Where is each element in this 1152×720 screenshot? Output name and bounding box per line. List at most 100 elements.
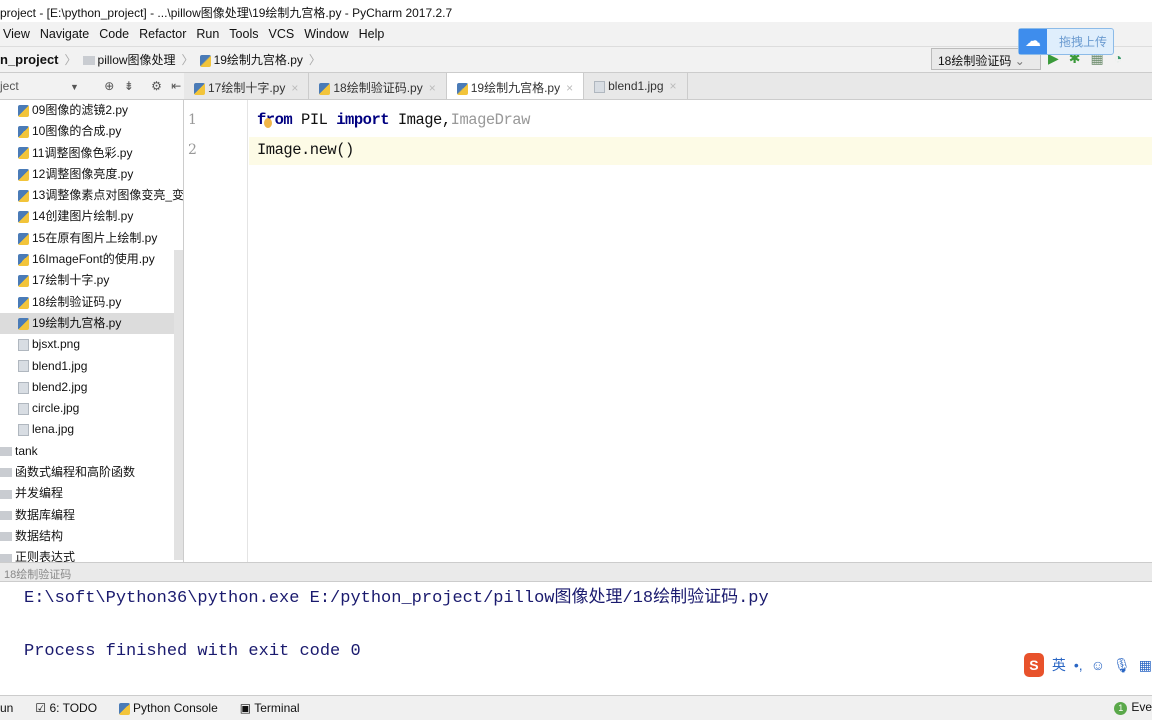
- folder-icon: [0, 447, 12, 457]
- run-console[interactable]: E:\soft\Python36\python.exe E:/python_pr…: [0, 582, 1152, 695]
- chevron-down-icon[interactable]: ▼: [70, 82, 79, 92]
- punctuation-icon[interactable]: •,: [1074, 657, 1083, 673]
- event-log-button[interactable]: 1 Eve: [1114, 700, 1152, 715]
- tree-item[interactable]: 正则表达式: [0, 547, 183, 562]
- image-file-icon: [18, 381, 29, 394]
- menu-code[interactable]: Code: [99, 27, 129, 41]
- tree-item-label: 17绘制十字.py: [32, 273, 110, 288]
- tab-18[interactable]: 18绘制验证码.py ×: [309, 73, 447, 99]
- tree-item[interactable]: 10图像的合成.py: [0, 121, 183, 142]
- tree-item[interactable]: 18绘制验证码.py: [0, 292, 183, 313]
- python-file-icon: [18, 253, 29, 266]
- menu-run[interactable]: Run: [196, 27, 219, 41]
- tree-item-label: 12调整图像亮度.py: [32, 166, 134, 181]
- breadcrumb-project[interactable]: n_project: [0, 52, 59, 67]
- folder-icon: [0, 510, 12, 520]
- tree-item-label: 并发编程: [15, 486, 64, 501]
- project-tool-header: ject ▼ ⊕ ⇟ ⚙ ⇤: [0, 73, 184, 100]
- profile-icon[interactable]: ◔: [1114, 50, 1122, 67]
- python-file-icon: [18, 168, 29, 181]
- tree-item[interactable]: 11调整图像色彩.py: [0, 143, 183, 164]
- tree-item-label: 19绘制九宫格.py: [32, 315, 122, 330]
- close-icon[interactable]: ×: [291, 81, 298, 95]
- folder-icon: [0, 489, 12, 499]
- folder-icon: [82, 56, 95, 66]
- locate-icon[interactable]: ⊕: [104, 79, 114, 93]
- todo-tool-button[interactable]: ☑ 6: TODO: [35, 701, 97, 715]
- tab-19[interactable]: 19绘制九宫格.py ×: [446, 73, 585, 99]
- cloud-icon: ☁: [1019, 29, 1047, 54]
- tree-item[interactable]: 15在原有图片上绘制.py: [0, 228, 183, 249]
- tree-item-label: 09图像的滤镜2.py: [32, 103, 129, 117]
- tree-item[interactable]: circle.jpg: [0, 398, 183, 419]
- terminal-icon: ▣: [239, 701, 255, 715]
- folder-icon: [0, 532, 12, 542]
- python-file-icon: [18, 190, 29, 203]
- collapse-icon[interactable]: ⇟: [124, 79, 134, 93]
- tree-item[interactable]: 数据库编程: [0, 505, 183, 526]
- breadcrumb-folder[interactable]: pillow图像处理: [82, 51, 176, 68]
- tree-item[interactable]: 数据结构: [0, 526, 183, 547]
- hide-icon[interactable]: ⇤: [171, 79, 181, 93]
- python-file-icon: [18, 147, 29, 160]
- tree-item[interactable]: 14创建图片绘制.py: [0, 206, 183, 227]
- sogou-icon: S: [1024, 653, 1044, 677]
- menu-tools[interactable]: Tools: [229, 27, 258, 41]
- image-file-icon: [18, 360, 29, 373]
- tree-item[interactable]: 09图像的滤镜2.py: [0, 100, 183, 121]
- project-view-select[interactable]: ject: [0, 79, 19, 93]
- tree-item[interactable]: tank: [0, 441, 183, 462]
- keyboard-icon[interactable]: ▦: [1139, 657, 1152, 674]
- tree-item[interactable]: 函数式编程和高阶函数: [0, 462, 183, 483]
- menu-bar: View Navigate Code Refactor Run Tools VC…: [0, 22, 1152, 46]
- menu-view[interactable]: View: [3, 27, 30, 41]
- tree-item[interactable]: lena.jpg: [0, 419, 183, 440]
- tree-item-label: 数据结构: [15, 528, 64, 543]
- tool-window-bar: un ☑ 6: TODO Python Console ▣ Terminal 1…: [0, 695, 1152, 720]
- menu-vcs[interactable]: VCS: [268, 27, 294, 41]
- tree-item[interactable]: 12调整图像亮度.py: [0, 164, 183, 185]
- tree-item[interactable]: 并发编程: [0, 483, 183, 504]
- tree-item[interactable]: 17绘制十字.py: [0, 270, 183, 291]
- tab-blend1[interactable]: blend1.jpg ×: [584, 73, 688, 99]
- tree-item[interactable]: 13调整像素点对图像变亮_变暗: [0, 185, 183, 206]
- code-editor[interactable]: from PIL import Image,ImageDraw Image.ne…: [249, 100, 1152, 562]
- tree-item-label: 数据库编程: [15, 507, 76, 522]
- tree-item[interactable]: bjsxt.png: [0, 334, 183, 355]
- line-number: 2: [188, 142, 197, 158]
- tree-item[interactable]: 16ImageFont的使用.py: [0, 249, 183, 270]
- close-icon[interactable]: ×: [566, 81, 573, 95]
- tab-17[interactable]: 17绘制十字.py ×: [184, 73, 310, 99]
- console-command: E:\soft\Python36\python.exe E:/python_pr…: [24, 589, 769, 608]
- mic-icon[interactable]: 🎙: [1113, 657, 1131, 674]
- image-file-icon: [18, 424, 29, 437]
- terminal-button[interactable]: ▣ Terminal: [240, 701, 300, 715]
- run-panel-header: 18绘制验证码: [0, 562, 1152, 582]
- tree-item-label: blend1.jpg: [32, 358, 88, 373]
- menu-window[interactable]: Window: [304, 27, 348, 41]
- lightbulb-icon[interactable]: [264, 118, 272, 128]
- image-file-icon: [18, 402, 29, 415]
- menu-refactor[interactable]: Refactor: [139, 27, 186, 41]
- close-icon[interactable]: ×: [670, 79, 677, 93]
- tree-item[interactable]: blend1.jpg: [0, 356, 183, 377]
- close-icon[interactable]: ×: [429, 81, 436, 95]
- current-line-highlight: [249, 137, 1152, 165]
- menu-help[interactable]: Help: [359, 27, 385, 41]
- python-console-button[interactable]: Python Console: [119, 701, 218, 715]
- tree-scrollbar[interactable]: [174, 250, 183, 560]
- breadcrumb-file[interactable]: 19绘制九宫格.py: [199, 51, 303, 68]
- menu-navigate[interactable]: Navigate: [40, 27, 89, 41]
- tree-item[interactable]: 19绘制九宫格.py: [0, 312, 183, 335]
- chevron-down-icon: ⌄: [1014, 54, 1025, 68]
- emoji-icon[interactable]: ☺: [1091, 657, 1105, 673]
- python-file-icon: [18, 211, 29, 224]
- gear-icon[interactable]: ⚙: [151, 79, 162, 93]
- baidu-upload-widget[interactable]: ☁ 拖拽上传: [1018, 28, 1114, 55]
- run-tool-button[interactable]: un: [0, 701, 13, 715]
- code-line-2: Image.new(): [257, 141, 354, 159]
- python-icon: [119, 702, 131, 715]
- python-file-icon: [18, 296, 29, 309]
- ime-toolbar[interactable]: S 英 •, ☺ 🎙 ▦: [1024, 652, 1152, 678]
- tree-item[interactable]: blend2.jpg: [0, 377, 183, 398]
